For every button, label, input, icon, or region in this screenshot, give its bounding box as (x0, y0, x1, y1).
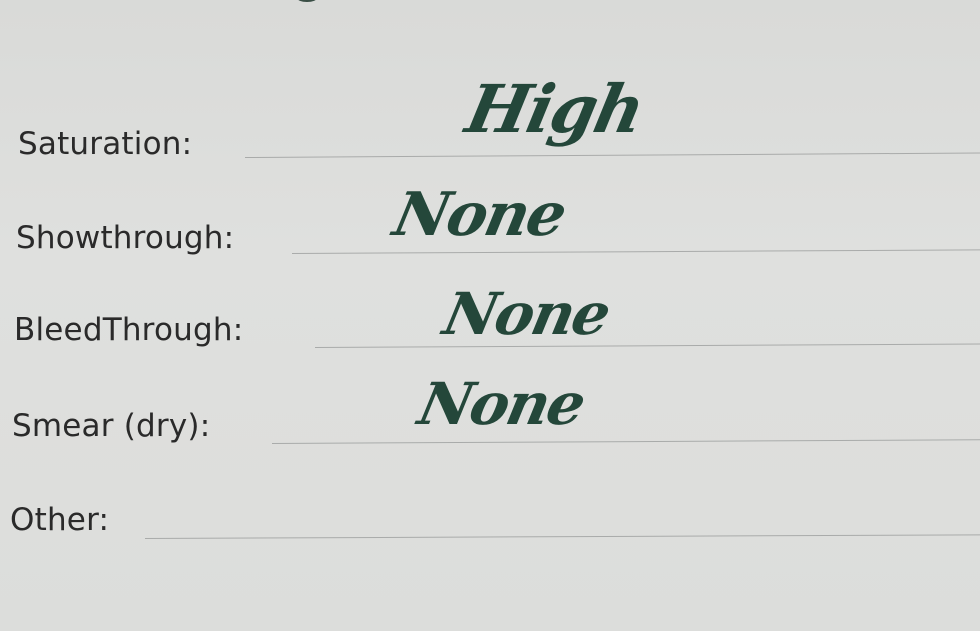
field-label: Smear (dry): (12, 408, 211, 444)
field-underline (271, 439, 980, 444)
handwritten-value: High (459, 70, 650, 148)
handwritten-value: None (387, 180, 572, 250)
field-underline (144, 534, 980, 539)
field-underline (291, 249, 980, 254)
field-underline (314, 343, 980, 348)
handwritten-value: None (437, 280, 616, 348)
field-label: Saturation: (18, 126, 193, 162)
field-other: Other: (0, 0, 980, 539)
field-label: Other: (10, 502, 110, 538)
field-label: BleedThrough: (14, 312, 244, 348)
field-label: Showthrough: (16, 220, 235, 256)
field-underline (244, 152, 980, 158)
handwritten-value: None (412, 370, 591, 438)
